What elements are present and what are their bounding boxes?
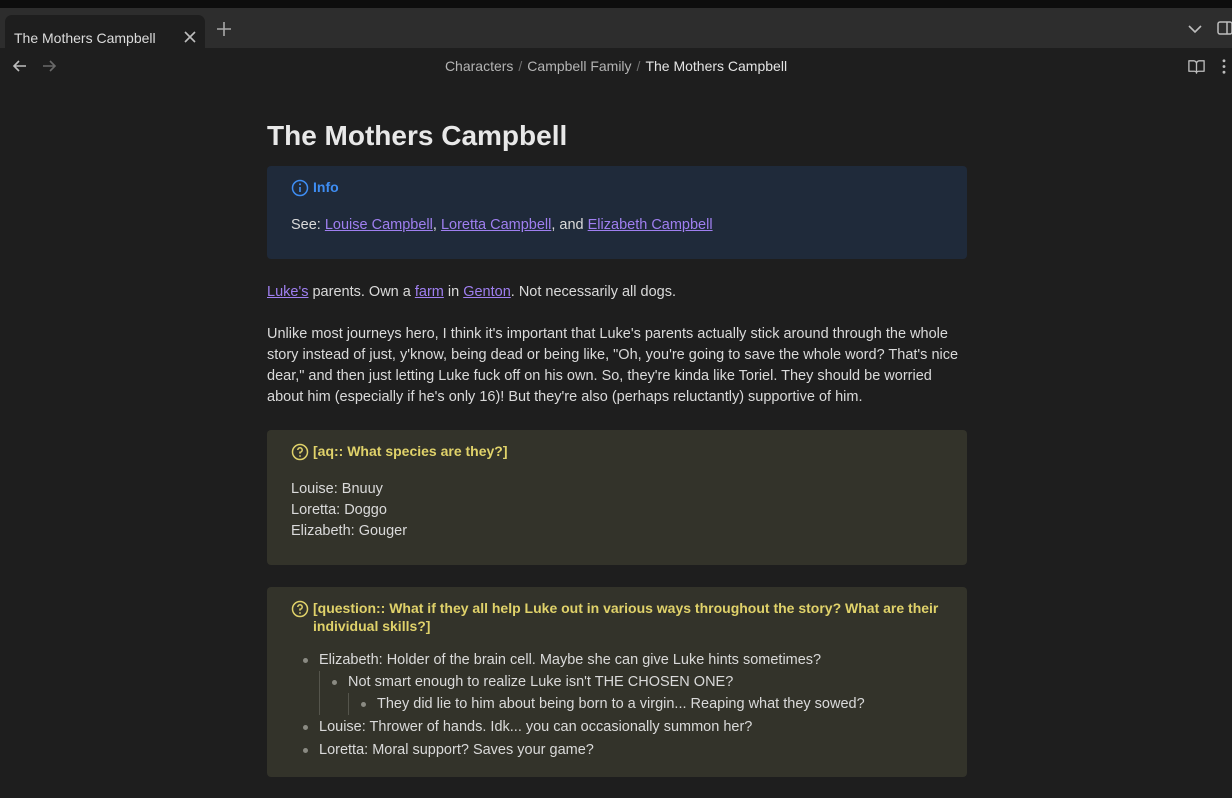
paragraph-text: parents. Own a	[308, 284, 415, 300]
list-item: Louise: Thrower of hands. Idk... you can…	[303, 716, 943, 738]
list-item: Elizabeth: Holder of the brain cell. May…	[303, 649, 943, 715]
paragraph-text: in	[443, 284, 464, 300]
breadcrumb-current[interactable]: The Mothers Campbell	[645, 58, 787, 74]
nested-list: Not smart enough to realize Luke isn't T…	[319, 671, 943, 715]
breadcrumb-item-campbell-family[interactable]: Campbell Family	[527, 58, 631, 74]
breadcrumb: Characters / Campbell Family / The Mothers C…	[0, 58, 1232, 74]
list-item: Not smart enough to realize Luke isn't T…	[332, 671, 943, 715]
info-icon	[291, 179, 309, 197]
link-luke[interactable]: Luke's	[267, 284, 308, 300]
list-item-text: Elizabeth: Holder of the brain cell. May…	[319, 652, 822, 668]
breadcrumb-separator: /	[518, 58, 523, 74]
species-line: Elizabeth: Gouger	[291, 523, 408, 539]
see-label: See:	[291, 217, 325, 233]
skills-list: Elizabeth: Holder of the brain cell. May…	[291, 649, 943, 761]
list-item-text: Loretta: Moral support? Saves your game?	[319, 742, 594, 758]
species-line: Louise: Bnuuy	[291, 481, 383, 497]
paragraph-body: Unlike most journeys hero, I think it's …	[267, 326, 959, 405]
separator-text: ,	[432, 217, 441, 233]
species-line: Loretta: Doggo	[291, 502, 387, 518]
info-callout-title: Info	[313, 179, 339, 195]
list-item-text: They did lie to him about being born to …	[377, 696, 865, 712]
list-item: Loretta: Moral support? Saves your game?	[303, 739, 943, 761]
paragraph-intro: Luke's parents. Own a farm in Genton. No…	[267, 282, 967, 303]
help-circle-icon	[291, 600, 309, 618]
question-callout-title: [question:: What if they all help Luke o…	[313, 600, 939, 634]
sidebar-toggle-icon[interactable]	[1216, 19, 1232, 37]
page-title: The Mothers Campbell	[267, 120, 568, 151]
info-callout-header[interactable]: Info	[291, 178, 943, 197]
window-top-strip	[0, 0, 1232, 8]
info-callout: Info See: Louise Campbell, Loretta Campb…	[267, 166, 967, 259]
help-circle-icon	[291, 443, 309, 461]
aq-callout-title: [aq:: What species are they?]	[313, 443, 508, 459]
close-icon[interactable]	[182, 29, 198, 45]
plus-icon[interactable]	[214, 19, 234, 39]
link-genton[interactable]: Genton	[463, 284, 511, 300]
separator-text: , and	[551, 217, 588, 233]
breadcrumb-item-characters[interactable]: Characters	[445, 58, 513, 74]
book-open-icon[interactable]	[1187, 57, 1206, 76]
link-farm[interactable]: farm	[415, 284, 444, 300]
question-callout-header[interactable]: [question:: What if they all help Luke o…	[291, 599, 943, 635]
list-item-text: Louise: Thrower of hands. Idk... you can…	[319, 719, 753, 735]
view-header: Characters / Campbell Family / The Mothers C…	[0, 48, 1232, 86]
aq-callout-header[interactable]: [aq:: What species are they?]	[291, 442, 943, 461]
link-louise-campbell[interactable]: Louise Campbell	[325, 217, 433, 233]
link-elizabeth-campbell[interactable]: Elizabeth Campbell	[588, 217, 713, 233]
aq-callout: [aq:: What species are they?] Louise: Bn…	[267, 430, 967, 565]
chevron-down-icon[interactable]	[1186, 20, 1204, 38]
tab-bar: The Mothers Campbell	[0, 8, 1232, 53]
question-callout: [question:: What if they all help Luke o…	[267, 587, 967, 777]
link-loretta-campbell[interactable]: Loretta Campbell	[441, 217, 551, 233]
list-item: They did lie to him about being born to …	[361, 693, 943, 715]
info-callout-body: See: Louise Campbell, Loretta Campbell, …	[291, 215, 943, 236]
tab-title: The Mothers Campbell	[14, 30, 156, 46]
list-item-text: Not smart enough to realize Luke isn't T…	[348, 674, 734, 690]
note-content: The Mothers Campbell Info See: Louise Ca…	[267, 86, 967, 777]
breadcrumb-separator: /	[636, 58, 641, 74]
paragraph-text: . Not necessarily all dogs.	[510, 284, 676, 300]
more-vertical-icon[interactable]	[1218, 57, 1230, 76]
aq-callout-body: Louise: Bnuuy Loretta: Doggo Elizabeth: …	[291, 479, 943, 542]
nested-list: They did lie to him about being born to …	[348, 693, 943, 715]
